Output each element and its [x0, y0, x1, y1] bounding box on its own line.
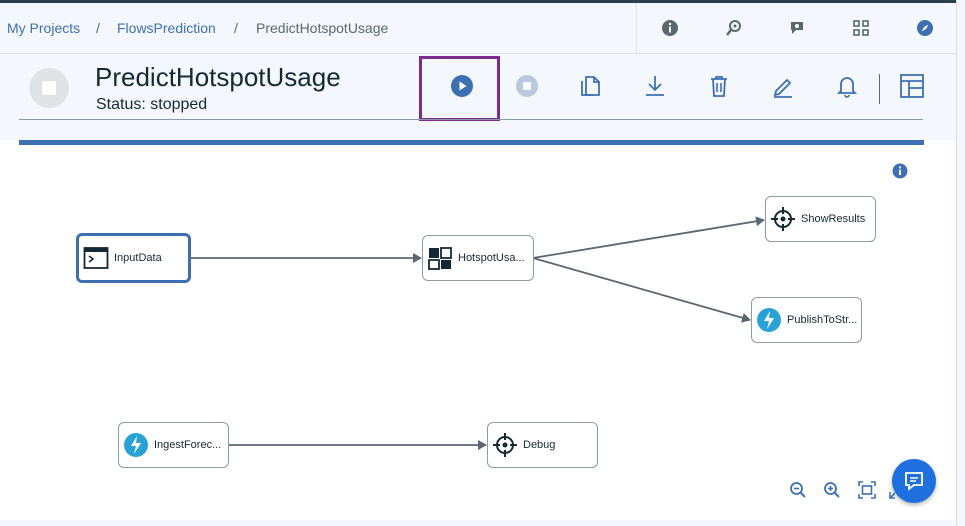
node-ingest-forecast[interactable]: IngestForec...	[118, 422, 229, 468]
delete-button[interactable]	[704, 70, 734, 102]
canvas-info-icon[interactable]	[892, 163, 908, 179]
stop-icon	[516, 75, 538, 97]
node-label: ShowResults	[801, 213, 866, 225]
node-hotspot-usage[interactable]: HotspotUsa...	[422, 235, 534, 281]
download-button[interactable]	[640, 70, 670, 102]
page-title: PredictHotspotUsage	[95, 62, 341, 92]
toolbar-divider	[879, 74, 880, 104]
apps-grid-icon[interactable]	[851, 18, 871, 38]
node-publish-to-streams[interactable]: PublishToStr...	[751, 297, 862, 343]
flow-status-icon	[29, 68, 69, 108]
node-debug[interactable]: Debug	[487, 422, 598, 468]
crosshair-icon	[770, 206, 796, 232]
model-icon	[427, 245, 453, 271]
node-input-data[interactable]: InputData	[76, 233, 191, 283]
notifications-button[interactable]	[832, 70, 862, 102]
run-button[interactable]	[447, 70, 477, 102]
download-icon	[646, 76, 664, 96]
edit-button[interactable]	[768, 70, 798, 102]
bottom-edge	[0, 520, 956, 526]
crosshair-icon	[492, 432, 518, 458]
node-label: InputData	[114, 252, 162, 264]
compass-icon[interactable]	[915, 18, 935, 38]
copy-icon	[581, 76, 600, 96]
global-toolbar	[636, 3, 965, 54]
search-location-icon[interactable]	[724, 18, 744, 38]
breadcrumb-separator: /	[234, 20, 238, 36]
node-label: IngestForec...	[154, 439, 222, 451]
node-label: Debug	[523, 439, 556, 451]
zoom-in-icon[interactable]	[823, 481, 841, 499]
header-divider	[19, 119, 923, 120]
lightning-icon	[756, 307, 782, 333]
node-label: PublishToStr...	[787, 314, 858, 326]
delete-icon	[711, 76, 727, 97]
info-icon[interactable]	[660, 18, 680, 38]
page-scrollbar[interactable]	[956, 0, 965, 526]
breadcrumb-my-projects[interactable]: My Projects	[7, 20, 80, 36]
chat-button[interactable]	[892, 459, 936, 503]
layout-panel-icon	[900, 74, 924, 98]
node-label: HotspotUsa...	[458, 252, 525, 264]
edit-icon	[773, 78, 792, 98]
terminal-icon	[83, 245, 109, 271]
breadcrumb-flows-prediction[interactable]: FlowsPrediction	[117, 20, 216, 36]
notifications-icon	[836, 77, 858, 98]
breadcrumb-separator: /	[96, 20, 100, 36]
lightning-icon	[123, 432, 149, 458]
chat-icon	[905, 472, 923, 491]
layout-panel-button[interactable]	[897, 70, 927, 102]
chat-search-icon[interactable]	[787, 18, 807, 38]
copy-button[interactable]	[576, 70, 606, 102]
breadcrumb-current-flow: PredictHotspotUsage	[256, 20, 389, 36]
zoom-out-icon[interactable]	[789, 481, 807, 499]
run-icon	[451, 75, 473, 97]
fit-to-screen-icon[interactable]	[858, 481, 876, 499]
node-show-results[interactable]: ShowResults	[765, 196, 876, 242]
flow-status: Status: stopped	[96, 96, 208, 113]
stop-button[interactable]	[512, 70, 542, 102]
